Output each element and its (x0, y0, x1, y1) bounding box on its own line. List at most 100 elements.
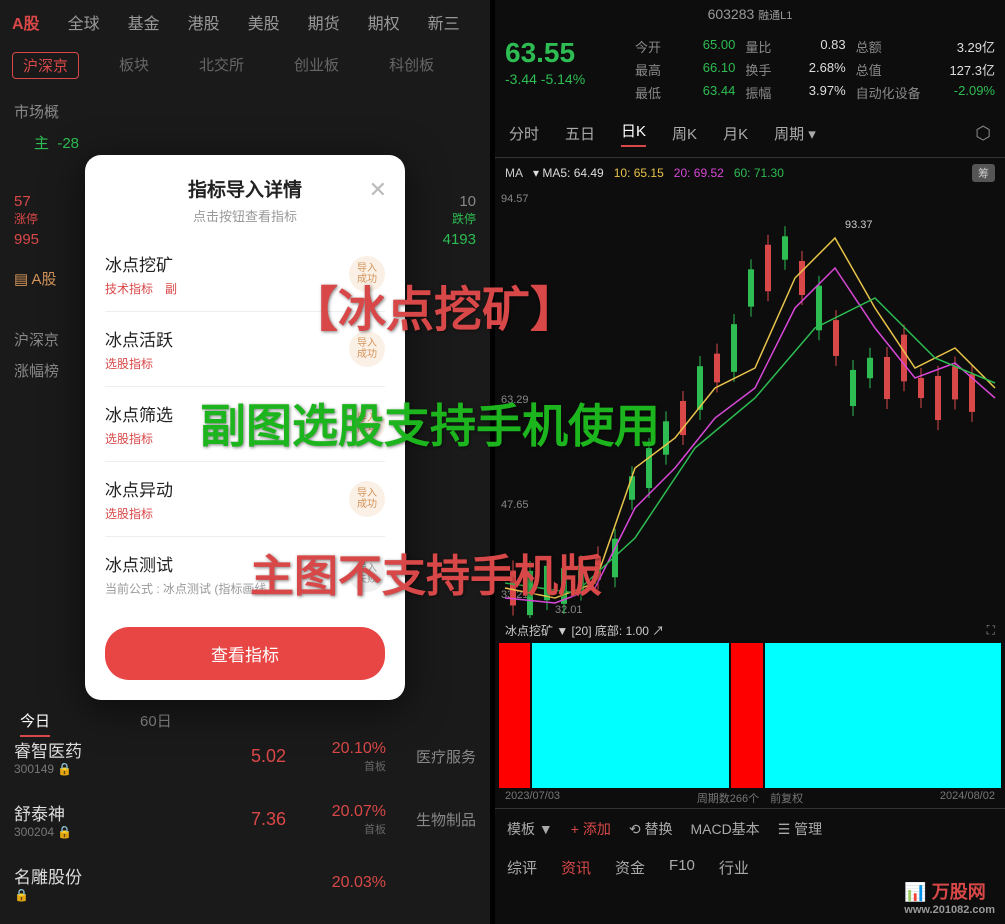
tab-overview[interactable]: 综评 (507, 857, 537, 878)
right-app-panel: 603283 融通L1 63.55 -3.44 -5.14% 今开 65.00 量比… (495, 0, 1005, 924)
import-status-badge: 导入成功 (349, 406, 385, 442)
stock-row[interactable]: 舒泰神300204 🔒 7.36 20.07%首板 生物制品 (14, 788, 476, 851)
tab-funds[interactable]: 资金 (615, 857, 645, 878)
tab-futures[interactable]: 期货 (308, 10, 340, 34)
quote-label: 最高 (635, 60, 661, 79)
tab-dayk[interactable]: 日K (621, 120, 646, 147)
limit-down-label: 跌停 (452, 210, 476, 227)
svg-text:32.01: 32.01 (555, 604, 583, 616)
tab-hk[interactable]: 港股 (188, 10, 220, 34)
quote-label: 今开 (635, 37, 661, 56)
tab-fund[interactable]: 基金 (128, 10, 160, 34)
quote-value: -2.09% (931, 83, 995, 102)
tab-f10[interactable]: F10 (669, 857, 695, 878)
tab-global[interactable]: 全球 (68, 10, 100, 34)
subtab-hsb[interactable]: 沪深京 (12, 52, 79, 79)
svg-text:93.37: 93.37 (845, 219, 873, 231)
quote-label: 总额 (856, 37, 921, 56)
quote-value: 2.68% (781, 60, 845, 79)
tab-news[interactable]: 资讯 (561, 857, 591, 878)
template-dropdown[interactable]: 模板 ▼ (507, 819, 553, 839)
close-icon[interactable]: ✕ (369, 177, 387, 203)
date-axis: 2023/07/03 周期数266个 前复权 2024/08/02 (495, 788, 1005, 808)
tab-period[interactable]: 周期 ▾ (774, 123, 816, 144)
indicator-item[interactable]: 冰点活跃 选股指标 导入成功 (105, 311, 385, 386)
stock-row[interactable]: 名雕股份 🔒 20.03% (14, 851, 476, 914)
chip-badge[interactable]: 筹 (972, 164, 995, 182)
quote-value: 0.83 (781, 37, 845, 56)
tab-monthk[interactable]: 月K (723, 123, 748, 144)
import-status-badge: 导入失败 (349, 556, 385, 592)
view-indicators-button[interactable]: 查看指标 (105, 627, 385, 680)
svg-text:94.57: 94.57 (501, 193, 529, 205)
import-status-badge: 导入成功 (349, 331, 385, 367)
tab-time[interactable]: 分时 (509, 123, 539, 144)
tab-options[interactable]: 期权 (368, 10, 400, 34)
market-label: 市场概 (14, 101, 476, 122)
import-status-badge: 导入成功 (349, 481, 385, 517)
stat-downtotal: 4193 (443, 231, 476, 248)
stat-down-count: 10 (459, 193, 476, 210)
tab-industry[interactable]: 行业 (719, 857, 749, 878)
quote-value: 63.44 (671, 83, 735, 102)
stock-code: 603283 融通L1 (505, 6, 995, 23)
modal-subtitle: 点击按钮查看指标 (105, 206, 385, 225)
quote-label: 最低 (635, 83, 661, 102)
quote-label: 振幅 (745, 83, 771, 102)
tab-us[interactable]: 美股 (248, 10, 280, 34)
indicator-item[interactable]: 冰点筛选 选股指标 导入成功 (105, 386, 385, 461)
indicator-tag: 选股指标 (105, 505, 173, 522)
price-change: -3.44 -5.14% (505, 71, 625, 87)
macd-button[interactable]: MACD基本 (690, 819, 759, 839)
expand-icon[interactable]: ⛶ (987, 623, 995, 638)
sub-indicator-header[interactable]: 冰点挖矿 ▼ [20] 底部: 1.00 ↗ ⛶ (495, 618, 1005, 643)
stock-rank-list: 睿智医药300149 🔒 5.02 20.10%首板 医疗服务舒泰神300204… (0, 715, 490, 924)
tab-ashare[interactable]: A股 (12, 10, 40, 34)
tab-neeq[interactable]: 新三 (428, 10, 460, 34)
quote-label: 自动化设备 (856, 83, 921, 102)
tab-weekk[interactable]: 周K (672, 123, 697, 144)
kline-tabs: 分时 五日 日K 周K 月K 周期 ▾ ⬡ (495, 110, 1005, 158)
quote-value: 3.97% (781, 83, 845, 102)
indicator-tag: 选股指标 (105, 430, 173, 447)
limit-up-label: 涨停 (14, 210, 38, 227)
indicator-name: 冰点异动 (105, 476, 173, 501)
subtab-star[interactable]: 科创板 (379, 52, 444, 79)
svg-text:63.29: 63.29 (501, 394, 529, 406)
indicator-name: 冰点活跃 (105, 326, 173, 351)
indicator-sub: 当前公式 : 冰点测试 (指标画线... (105, 580, 276, 597)
indicator-item[interactable]: 冰点挖矿 技术指标 副 导入成功 (105, 237, 385, 311)
tab-5day[interactable]: 五日 (565, 123, 595, 144)
indicator-name: 冰点挖矿 (105, 251, 177, 276)
chart-settings-icon[interactable]: ⬡ (975, 123, 991, 144)
quote-value: 127.3亿 (931, 60, 995, 79)
quote-value: 66.10 (671, 60, 735, 79)
quote-label: 量比 (745, 37, 771, 56)
subtab-bse[interactable]: 北交所 (189, 52, 254, 79)
subtab-sector[interactable]: 板块 (109, 52, 159, 79)
indicator-name: 冰点筛选 (105, 401, 173, 426)
manage-button[interactable]: ☰ 管理 (778, 819, 822, 839)
quote-panel: 63.55 -3.44 -5.14% 今开 65.00 量比 0.83 总额 3.29亿最… (495, 29, 1005, 110)
indicator-name: 冰点测试 (105, 551, 276, 576)
svg-text:47.65: 47.65 (501, 499, 529, 511)
left-app-panel: A股 全球 基金 港股 美股 期货 期权 新三 沪深京 板块 北交所 创业板 科… (0, 0, 490, 924)
current-price: 63.55 (505, 37, 625, 69)
indicator-item[interactable]: 冰点异动 选股指标 导入成功 (105, 461, 385, 536)
quote-value: 65.00 (671, 37, 735, 56)
market-top-tabs: A股 全球 基金 港股 美股 期货 期权 新三 (0, 0, 490, 44)
stock-row[interactable]: 睿智医药300149 🔒 5.02 20.10%首板 医疗服务 (14, 725, 476, 788)
quote-label: 换手 (745, 60, 771, 79)
indicator-toolbar: 模板 ▼ + 添加 ⟲ 替换 MACD基本 ☰ 管理 (495, 808, 1005, 849)
candlestick-chart[interactable]: 94.57 93.37 63.29 47.65 33.21 32.01 (495, 188, 1005, 618)
add-button[interactable]: + 添加 (571, 819, 611, 839)
subtab-gem[interactable]: 创业板 (284, 52, 349, 79)
modal-title: 指标导入详情 (105, 175, 385, 202)
indicator-item[interactable]: 冰点测试 当前公式 : 冰点测试 (指标画线... 导入失败 (105, 536, 385, 611)
sub-indicator-chart[interactable] (495, 643, 1005, 788)
ma-values: MA ▾ MA5: 64.49 10: 65.15 20: 69.52 60: … (495, 158, 1005, 188)
stat-up: 57 (14, 193, 31, 210)
indicator-import-modal: 指标导入详情 点击按钮查看指标 ✕ 冰点挖矿 技术指标 副 导入成功 冰点活跃 … (85, 155, 405, 700)
replace-button[interactable]: ⟲ 替换 (629, 819, 673, 839)
quote-value: 3.29亿 (931, 37, 995, 56)
